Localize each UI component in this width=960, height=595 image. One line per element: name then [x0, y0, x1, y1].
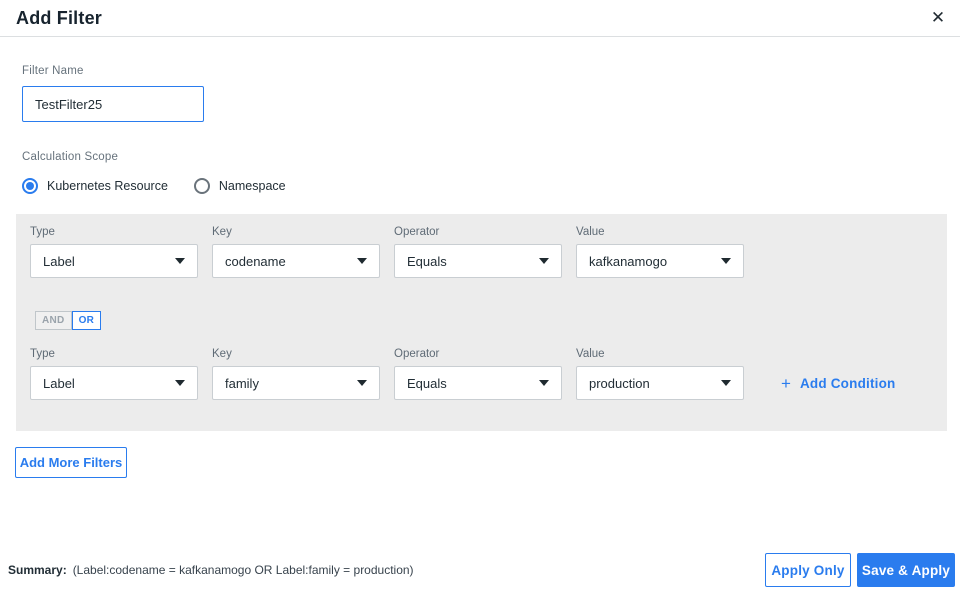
- chevron-down-icon: [539, 258, 549, 264]
- page-title: Add Filter: [16, 8, 102, 28]
- chevron-down-icon: [721, 258, 731, 264]
- condition-1-key: Key codename: [212, 226, 380, 278]
- condition-2-operator-value: Equals: [407, 375, 447, 391]
- condition-2-type-dropdown[interactable]: Label: [30, 366, 198, 400]
- value-label: Value: [576, 348, 605, 360]
- condition-2-operator: Operator Equals: [394, 348, 562, 400]
- condition-2-key-value: family: [225, 375, 259, 391]
- chevron-down-icon: [539, 380, 549, 386]
- condition-2-type-value: Label: [43, 375, 75, 391]
- calculation-scope-options: Kubernetes Resource Namespace: [22, 176, 960, 196]
- logic-toggle: AND OR: [35, 311, 933, 330]
- condition-2-value-value: production: [589, 375, 650, 391]
- filter-name-input[interactable]: [22, 86, 204, 122]
- condition-2-value: Value production: [576, 348, 744, 400]
- and-toggle-button[interactable]: AND: [35, 311, 72, 330]
- type-label: Type: [30, 348, 55, 360]
- condition-row-1: Type Label Key codename Operator Equals …: [30, 226, 933, 278]
- filter-name-label: Filter Name: [22, 65, 84, 77]
- apply-only-button[interactable]: Apply Only: [765, 553, 851, 587]
- radio-selected-icon[interactable]: [22, 178, 38, 194]
- condition-2-key-dropdown[interactable]: family: [212, 366, 380, 400]
- save-and-apply-button[interactable]: Save & Apply: [857, 553, 955, 587]
- chevron-down-icon: [175, 258, 185, 264]
- chevron-down-icon: [357, 258, 367, 264]
- type-label: Type: [30, 226, 55, 238]
- key-label: Key: [212, 226, 232, 238]
- plus-icon: +: [781, 373, 791, 393]
- condition-1-key-dropdown[interactable]: codename: [212, 244, 380, 278]
- condition-1-operator: Operator Equals: [394, 226, 562, 278]
- radio-kubernetes-resource-label: Kubernetes Resource: [47, 179, 168, 193]
- footer-buttons: Apply Only Save & Apply: [765, 553, 955, 587]
- condition-1-value: Value kafkanamogo: [576, 226, 744, 278]
- radio-namespace[interactable]: Namespace: [193, 178, 286, 194]
- dialog-header: Add Filter ✕: [0, 0, 960, 37]
- calculation-scope-label: Calculation Scope: [22, 151, 119, 163]
- conditions-panel: Type Label Key codename Operator Equals …: [16, 214, 947, 431]
- add-condition-label: Add Condition: [799, 375, 896, 391]
- operator-label: Operator: [394, 226, 440, 238]
- condition-1-type-dropdown[interactable]: Label: [30, 244, 198, 278]
- summary-text: (Label:codename = kafkanamogo OR Label:f…: [72, 563, 414, 577]
- summary: Summary: (Label:codename = kafkanamogo OR…: [8, 563, 414, 577]
- condition-1-operator-value: Equals: [407, 253, 447, 269]
- condition-1-operator-dropdown[interactable]: Equals: [394, 244, 562, 278]
- condition-2-type: Type Label: [30, 348, 198, 400]
- summary-label: Summary:: [8, 563, 67, 577]
- filter-name-section: Filter Name: [0, 65, 960, 122]
- condition-1-value-value: kafkanamogo: [589, 253, 668, 269]
- chevron-down-icon: [175, 380, 185, 386]
- or-toggle-button[interactable]: OR: [71, 311, 102, 330]
- condition-2-operator-dropdown[interactable]: Equals: [394, 366, 562, 400]
- radio-unselected-icon[interactable]: [193, 178, 210, 194]
- condition-row-2: Type Label Key family Operator Equals Va…: [30, 348, 933, 400]
- key-label: Key: [212, 348, 232, 360]
- add-more-filters-button[interactable]: Add More Filters: [15, 447, 127, 478]
- value-label: Value: [576, 226, 605, 238]
- condition-2-key: Key family: [212, 348, 380, 400]
- calculation-scope-section: Calculation Scope Kubernetes Resource Na…: [0, 151, 960, 196]
- condition-1-value-dropdown[interactable]: kafkanamogo: [576, 244, 744, 278]
- add-condition-button[interactable]: + Add Condition: [781, 366, 896, 400]
- radio-kubernetes-resource[interactable]: Kubernetes Resource: [22, 178, 168, 194]
- radio-namespace-label: Namespace: [218, 179, 286, 193]
- condition-1-key-value: codename: [225, 253, 286, 269]
- chevron-down-icon: [721, 380, 731, 386]
- condition-1-type-value: Label: [43, 253, 75, 269]
- operator-label: Operator: [394, 348, 440, 360]
- close-icon[interactable]: ✕: [926, 6, 950, 30]
- condition-1-type: Type Label: [30, 226, 198, 278]
- condition-2-value-dropdown[interactable]: production: [576, 366, 744, 400]
- chevron-down-icon: [357, 380, 367, 386]
- dialog-footer: Summary: (Label:codename = kafkanamogo OR…: [0, 553, 960, 595]
